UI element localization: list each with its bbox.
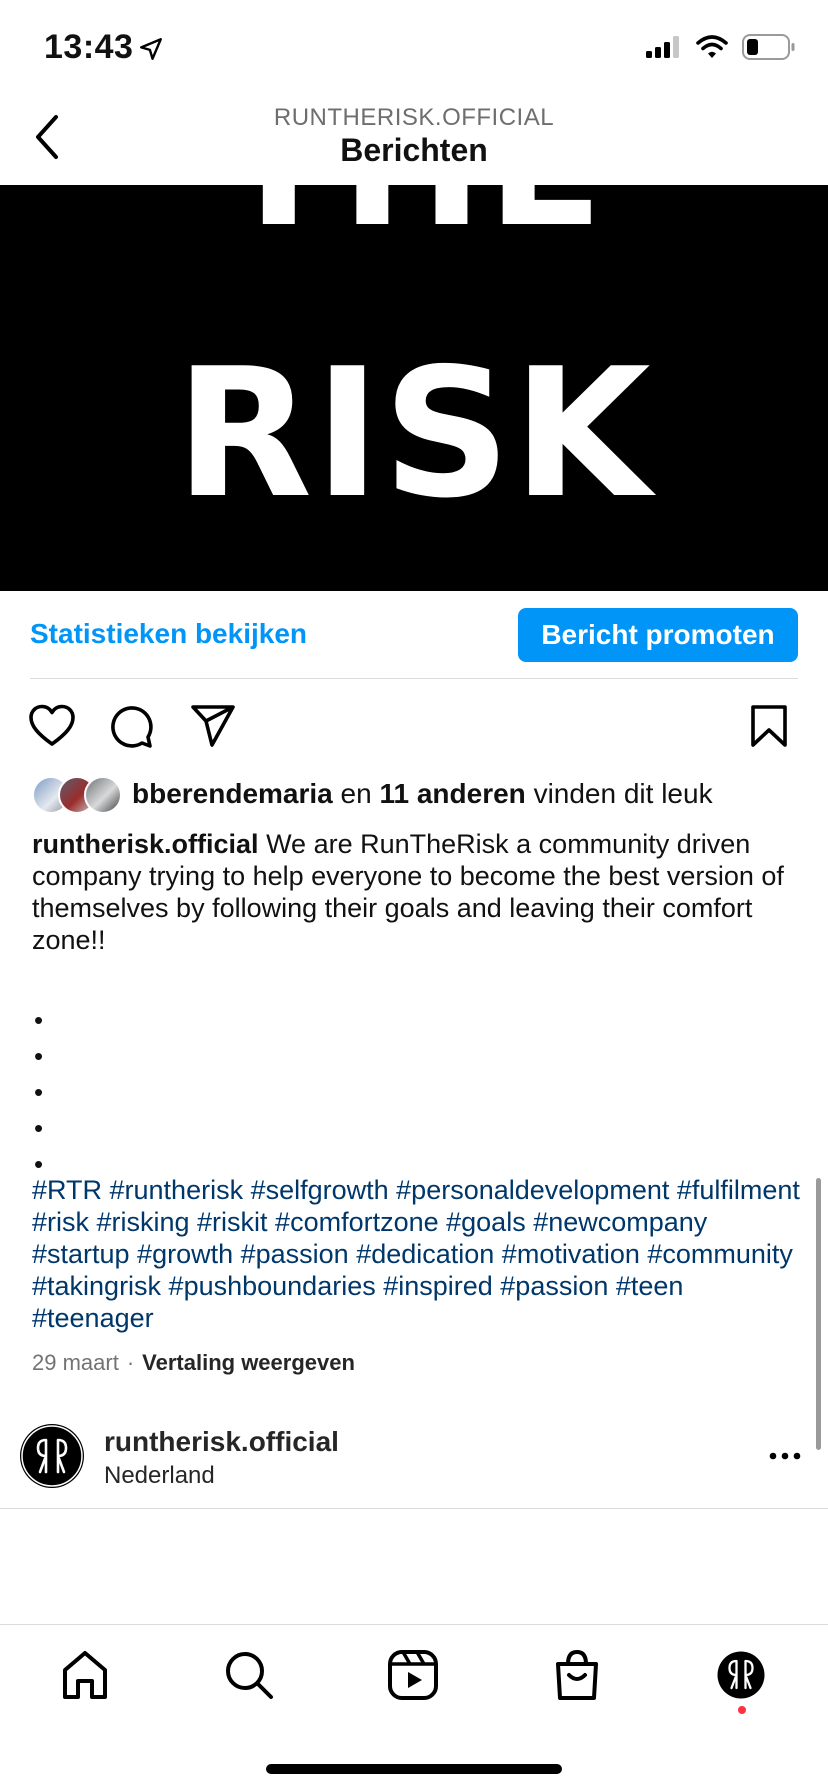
account-name[interactable]: runtherisk.official: [104, 1426, 339, 1458]
heart-icon[interactable]: [28, 704, 76, 748]
post-date: 29 maart: [32, 1350, 119, 1375]
tab-bar-border: [0, 1624, 828, 1625]
account-location[interactable]: Nederland: [104, 1462, 215, 1490]
more-options-icon[interactable]: [768, 1444, 802, 1468]
avatar: [84, 776, 122, 814]
caption-dot: •: [34, 1041, 44, 1071]
search-icon[interactable]: [222, 1648, 276, 1702]
likes-connector: en: [340, 778, 372, 809]
caption-dot: •: [34, 1077, 44, 1107]
promote-post-button[interactable]: Bericht promoten: [518, 608, 798, 662]
divider: [30, 678, 798, 679]
see-translation-link[interactable]: Vertaling weergeven: [142, 1350, 355, 1375]
liked-by-avatars[interactable]: [32, 776, 122, 814]
post-meta: 29 maart · Vertaling weergeven: [32, 1350, 355, 1376]
post-image-text-main: RISK: [175, 330, 653, 537]
header-account-name: RUNTHERISK.OFFICIAL: [273, 104, 555, 131]
caption-username[interactable]: runtherisk.official: [32, 829, 259, 859]
view-insights-link[interactable]: Statistieken bekijken: [30, 618, 307, 650]
post-caption: runtherisk.official We are RunTheRisk a …: [32, 828, 800, 956]
scrollbar[interactable]: [816, 1178, 821, 1450]
account-avatar[interactable]: [20, 1424, 84, 1488]
caption-hashtags[interactable]: #RTR #runtherisk #selfgrowth #personalde…: [32, 1174, 812, 1334]
likes-summary[interactable]: bberendemaria en 11 anderen vinden dit l…: [132, 778, 713, 810]
page-title: Berichten: [340, 132, 488, 168]
shop-icon[interactable]: [550, 1648, 604, 1702]
likes-suffix: vinden dit leuk: [533, 778, 713, 809]
likes-others[interactable]: 11 anderen: [379, 778, 525, 809]
cellular-signal-icon: [646, 36, 679, 58]
liked-by-user[interactable]: bberendemaria: [132, 778, 333, 809]
caption-dots: • • • • •: [34, 1002, 43, 1182]
wifi-icon: [696, 35, 728, 58]
post-image[interactable]: THE RISK: [0, 185, 828, 591]
meta-separator: ·: [126, 1350, 135, 1375]
share-icon[interactable]: [190, 704, 236, 748]
caption-dot: •: [34, 1113, 44, 1143]
status-indicators: [646, 34, 796, 60]
runtherisk-logo-icon: [21, 1425, 83, 1487]
divider: [0, 1508, 828, 1509]
battery-icon: [742, 34, 795, 60]
location-arrow-icon: [140, 38, 162, 60]
bookmark-icon[interactable]: [750, 704, 788, 748]
home-icon[interactable]: [58, 1648, 112, 1702]
profile-avatar[interactable]: [714, 1648, 768, 1702]
notification-dot: [738, 1706, 746, 1714]
post-image-text-top: THE: [0, 185, 828, 265]
status-time: 13:43: [44, 28, 134, 66]
reels-icon[interactable]: [386, 1648, 440, 1702]
caption-dot: •: [34, 1005, 44, 1035]
home-indicator[interactable]: [266, 1764, 562, 1774]
comment-icon[interactable]: [108, 704, 154, 750]
